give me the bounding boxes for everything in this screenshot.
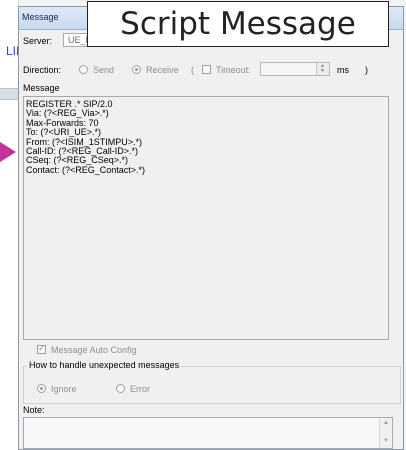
message-line: Contact: (?<REG_Contact>.*) bbox=[26, 164, 146, 175]
callout-title: Script Message bbox=[87, 1, 389, 47]
script-message-dialog: Message Script Message Server: UE_I Dire… bbox=[18, 1, 404, 450]
ignore-label: Ignore bbox=[51, 384, 77, 394]
error-label: Error bbox=[130, 384, 150, 394]
unexpected-messages-title: How to handle unexpected messages bbox=[27, 360, 182, 370]
background-window: LIN bbox=[0, 0, 25, 450]
receive-radio[interactable] bbox=[132, 65, 141, 74]
dialog-title: Message bbox=[22, 12, 59, 22]
receive-label: Receive bbox=[146, 65, 179, 75]
scroll-up-icon[interactable]: ▲ bbox=[383, 420, 389, 426]
ms-label: ms bbox=[337, 65, 349, 75]
timeout-spin-buttons[interactable]: ▲ ▼ bbox=[316, 63, 329, 75]
note-label: Note: bbox=[23, 405, 45, 415]
error-radio[interactable] bbox=[116, 384, 125, 393]
note-textarea[interactable]: ▲ ▼ bbox=[23, 417, 393, 449]
server-label: Server: bbox=[23, 36, 53, 46]
background-toolbar-strip bbox=[0, 88, 18, 100]
timeout-label: Timeout: bbox=[216, 65, 251, 75]
unexpected-messages-group bbox=[23, 366, 401, 404]
message-auto-config-label: Message Auto Config bbox=[51, 345, 137, 355]
direction-label: Direction: bbox=[23, 65, 62, 75]
ignore-radio[interactable] bbox=[37, 384, 46, 393]
send-label: Send bbox=[93, 65, 115, 75]
spin-down-icon[interactable]: ▼ bbox=[320, 69, 325, 74]
pointer-arrow-icon bbox=[0, 142, 16, 162]
message-auto-config-checkbox[interactable] bbox=[37, 343, 46, 354]
send-radio[interactable] bbox=[79, 65, 88, 74]
close-paren: ) bbox=[365, 65, 368, 75]
scroll-down-icon[interactable]: ▼ bbox=[383, 438, 389, 444]
message-label: Message bbox=[23, 83, 60, 93]
timeout-spinbox[interactable]: ▲ ▼ bbox=[260, 62, 330, 76]
note-scrollbar[interactable]: ▲ ▼ bbox=[379, 418, 392, 448]
timeout-checkbox[interactable] bbox=[202, 65, 211, 74]
open-paren: ( bbox=[191, 65, 194, 75]
message-textarea[interactable]: REGISTER .* SIP/2.0 Via: (?<REG_Via>.*) … bbox=[23, 96, 389, 340]
